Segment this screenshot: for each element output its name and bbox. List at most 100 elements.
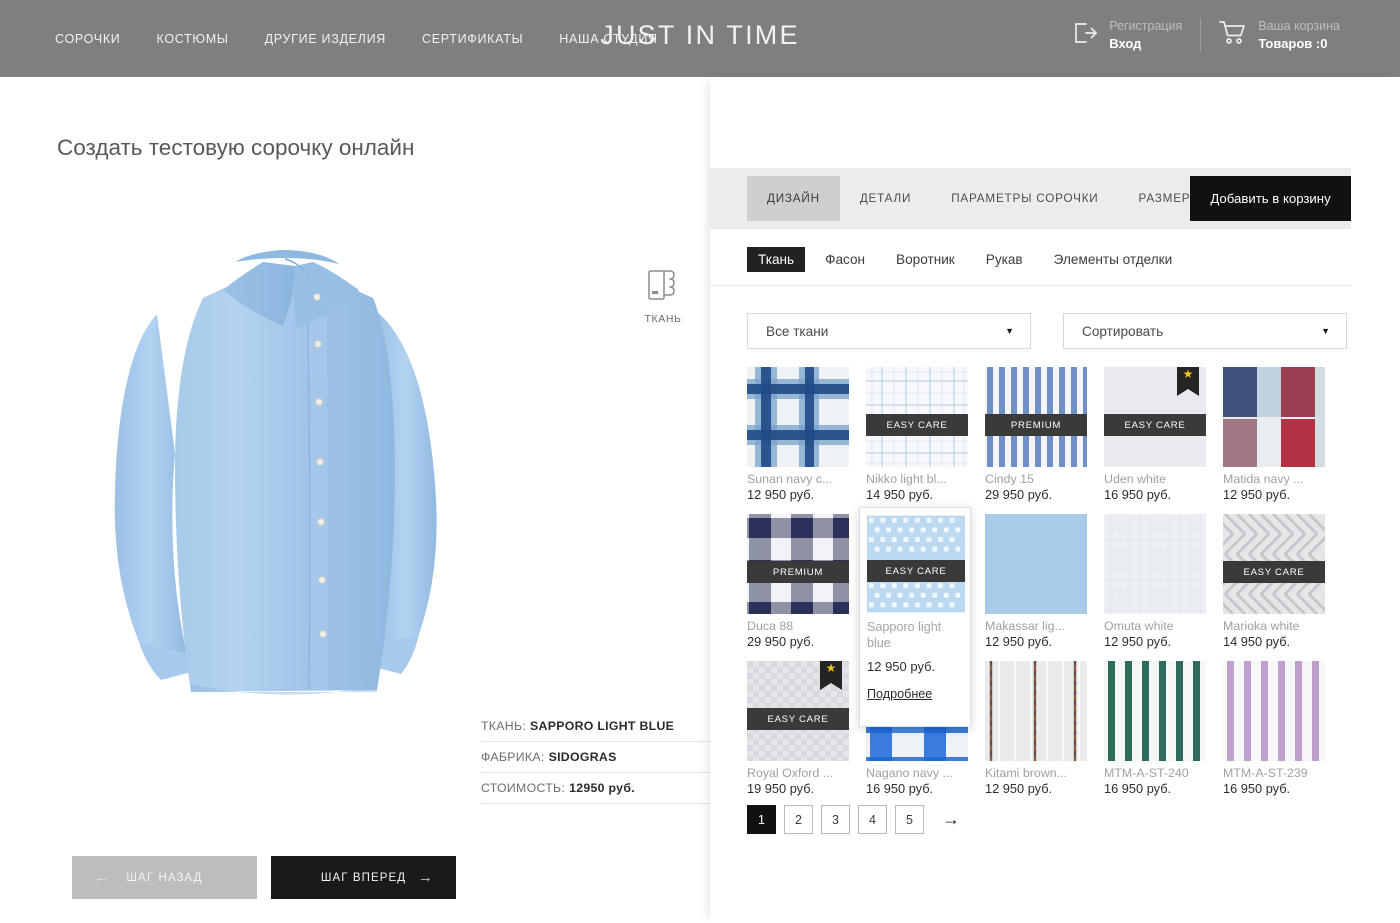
- subtab-sleeve[interactable]: Рукав: [975, 247, 1034, 272]
- fabric-name: Nikko light bl...: [866, 472, 947, 486]
- sort-value: Сортировать: [1082, 323, 1164, 339]
- fabric-card-sunan-navy[interactable]: Sunan navy c... 12 950 руб.: [747, 367, 849, 502]
- fabric-card-duca-88[interactable]: PREMIUM Duca 88 29 950 руб.: [747, 514, 849, 649]
- arrow-left-icon: ←: [94, 869, 111, 886]
- pagination: 1 2 3 4 5 →: [747, 805, 960, 834]
- fabric-badge: PREMIUM: [747, 561, 849, 583]
- nav-item-suits[interactable]: КОСТЮМЫ: [156, 32, 228, 46]
- subtab-fit[interactable]: Фасон: [814, 247, 876, 272]
- fabric-card-matida-navy[interactable]: Matida navy ... 12 950 руб.: [1223, 367, 1325, 502]
- tab-details[interactable]: ДЕТАЛИ: [840, 176, 931, 221]
- summary-info: ТКАНЬ: SAPPORO LIGHT BLUE ФАБРИКА: SIDOG…: [481, 711, 710, 804]
- step-back-button[interactable]: ← ШАГ НАЗАД: [72, 856, 257, 899]
- page-1[interactable]: 1: [747, 805, 776, 834]
- header-divider: [1200, 18, 1202, 53]
- configurator-panel: ДИЗАЙН ДЕТАЛИ ПАРАМЕТРЫ СОРОЧКИ РАЗМЕРЫ …: [710, 77, 1400, 923]
- fabric-swatch: EASY CARE: [866, 367, 968, 467]
- fabric-price: 12 950 руб.: [985, 634, 1053, 649]
- fabric-swatch: [1104, 514, 1206, 614]
- page-3[interactable]: 3: [821, 805, 850, 834]
- add-to-cart-button[interactable]: Добавить в корзину: [1190, 176, 1351, 221]
- fabric-card-mtm-a-st-239[interactable]: MTM-A-ST-239 16 950 руб.: [1223, 661, 1325, 796]
- filter-controls: Все ткани ▼ Сортировать ▼: [747, 313, 1347, 349]
- fabric-name: Matida navy ...: [1223, 472, 1304, 486]
- fabric-swatch: [985, 661, 1087, 761]
- tab-shirt-params[interactable]: ПАРАМЕТРЫ СОРОЧКИ: [931, 176, 1118, 221]
- fabric-card-makassar-light[interactable]: Makassar lig... 12 950 руб.: [985, 514, 1087, 649]
- fabric-badge: EASY CARE: [747, 708, 849, 730]
- fabric-price: 29 950 руб.: [985, 487, 1053, 502]
- popup-details-link[interactable]: Подробнее: [867, 687, 963, 701]
- fabric-name: Kitami brown...: [985, 766, 1067, 780]
- fabric-swatch: [1223, 367, 1325, 467]
- fabric-filter-select[interactable]: Все ткани ▼: [747, 313, 1031, 349]
- page-4[interactable]: 4: [858, 805, 887, 834]
- fabric-name: MTM-A-ST-239: [1223, 766, 1308, 780]
- summary-label-price: СТОИМОСТЬ:: [481, 781, 566, 795]
- fabric-swatch: ★ EASY CARE: [747, 661, 849, 761]
- star-icon: ★: [1182, 367, 1194, 381]
- fabric-card-nikko-light-blue[interactable]: EASY CARE Nikko light bl... 14 950 руб.: [866, 367, 968, 502]
- panel-tabbar: ДИЗАЙН ДЕТАЛИ ПАРАМЕТРЫ СОРОЧКИ РАЗМЕРЫ …: [710, 168, 1351, 229]
- account-link[interactable]: Регистрация Вход: [1072, 18, 1182, 52]
- summary-row-price: СТОИМОСТЬ: 12950 руб.: [481, 773, 710, 804]
- tab-design[interactable]: ДИЗАЙН: [747, 176, 840, 221]
- page-2[interactable]: 2: [784, 805, 813, 834]
- fabric-price: 12 950 руб.: [747, 487, 815, 502]
- step-forward-button[interactable]: ШАГ ВПЕРЕД →: [271, 856, 456, 899]
- nav-item-shirts[interactable]: СОРОЧКИ: [55, 32, 120, 46]
- fabric-swatch: [747, 367, 849, 467]
- fabric-price: 12 950 руб.: [985, 781, 1053, 796]
- shirt-illustration: [114, 250, 437, 695]
- login-icon: [1072, 21, 1098, 50]
- fabric-card-omuta-white[interactable]: Omuta white 12 950 руб.: [1104, 514, 1206, 649]
- sort-select[interactable]: Сортировать ▼: [1063, 313, 1347, 349]
- subtab-collar[interactable]: Воротник: [885, 247, 966, 272]
- fabric-hover-popup[interactable]: EASY CARE Sapporo light blue 12 950 руб.…: [859, 507, 971, 728]
- step-back-label: ШАГ НАЗАД: [126, 871, 203, 884]
- fabric-price: 19 950 руб.: [747, 781, 815, 796]
- fabric-swatch: [985, 514, 1087, 614]
- cart-link[interactable]: Ваша корзина Товаров :0: [1219, 18, 1340, 52]
- configurator-left-column: Создать тестовую сорочку онлайн ТКАНЬ ТК…: [0, 77, 710, 923]
- fabric-name: Sunan navy c...: [747, 472, 833, 486]
- fabric-name: Royal Oxford ...: [747, 766, 834, 780]
- fabric-step-indicator[interactable]: ТКАНЬ: [625, 267, 701, 325]
- summary-row-fabric: ТКАНЬ: SAPPORO LIGHT BLUE: [481, 711, 710, 742]
- fabric-name: Duca 88: [747, 619, 794, 633]
- account-register-label: Регистрация: [1109, 19, 1183, 33]
- popup-fabric-price: 12 950 руб.: [867, 659, 936, 675]
- fabric-card-mtm-a-st-240[interactable]: MTM-A-ST-240 16 950 руб.: [1104, 661, 1206, 796]
- fabric-badge: PREMIUM: [985, 414, 1087, 436]
- step-navigation: ← ШАГ НАЗАД ШАГ ВПЕРЕД →: [72, 856, 456, 899]
- fabric-price: 16 950 руб.: [1223, 781, 1291, 796]
- summary-label-factory: ФАБРИКА:: [481, 750, 545, 764]
- fabric-swatch: [1104, 661, 1206, 761]
- fabric-icon: [646, 270, 680, 307]
- nav-item-certificates[interactable]: СЕРТИФИКАТЫ: [422, 32, 523, 46]
- popup-badge: EASY CARE: [867, 560, 965, 582]
- main-nav: СОРОЧКИ КОСТЮМЫ ДРУГИЕ ИЗДЕЛИЯ СЕРТИФИКА…: [55, 32, 658, 46]
- fabric-filter-value: Все ткани: [766, 323, 829, 339]
- summary-value-factory: SIDOGRAS: [548, 750, 617, 764]
- nav-item-other-goods[interactable]: ДРУГИЕ ИЗДЕЛИЯ: [265, 32, 386, 46]
- page-5[interactable]: 5: [895, 805, 924, 834]
- fabric-card-uden-white[interactable]: ★ EASY CARE Uden white 16 950 руб.: [1104, 367, 1206, 502]
- summary-row-factory: ФАБРИКА: SIDOGRAS: [481, 742, 710, 773]
- fabric-step-label: ТКАНЬ: [644, 313, 682, 325]
- fabric-card-royal-oxford[interactable]: ★ EASY CARE Royal Oxford ... 19 950 руб.: [747, 661, 849, 796]
- subtab-trim[interactable]: Элементы отделки: [1043, 247, 1184, 272]
- chevron-down-icon: ▼: [1321, 326, 1330, 336]
- fabric-card-cindy-15[interactable]: PREMIUM Cindy 15 29 950 руб.: [985, 367, 1087, 502]
- fabric-card-sapporo-light-blue[interactable]: EASY CARE Sapporo light blue 12 950 руб.: [859, 507, 971, 728]
- pagination-next-arrow-icon[interactable]: →: [942, 809, 960, 830]
- fabric-price: 12 950 руб.: [1223, 487, 1291, 502]
- fabric-card-marioka-white[interactable]: EASY CARE Marioka white 14 950 руб.: [1223, 514, 1325, 649]
- fabric-name: Makassar lig...: [985, 619, 1065, 633]
- fabric-price: 12 950 руб.: [1104, 634, 1172, 649]
- fabric-grid: Sunan navy c... 12 950 руб. EASY CARE Ni…: [747, 367, 1325, 796]
- subtab-fabric[interactable]: Ткань: [747, 247, 806, 272]
- fabric-price: 14 950 руб.: [866, 487, 934, 502]
- nav-item-our-studio[interactable]: НАША СТУДИЯ: [559, 32, 657, 46]
- fabric-card-kitami-brown[interactable]: Kitami brown... 12 950 руб.: [985, 661, 1087, 796]
